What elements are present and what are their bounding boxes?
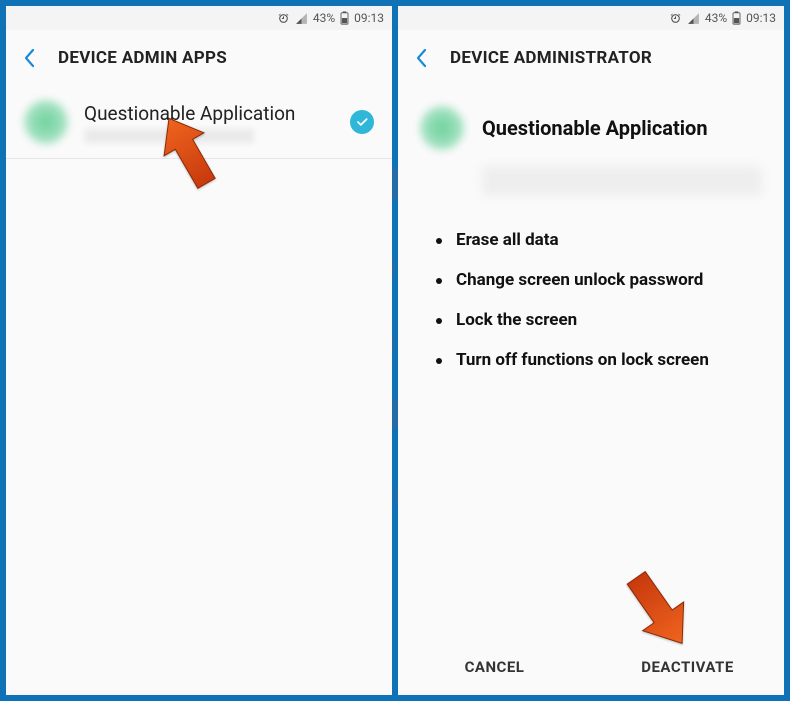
permission-item: Lock the screen xyxy=(436,300,758,340)
permission-text: Change screen unlock password xyxy=(456,270,703,290)
app-name: Questionable Application xyxy=(482,116,708,140)
page-title: DEVICE ADMIN APPS xyxy=(58,48,227,68)
right-screen: 43% 09:13 DEVICE ADMINISTRATOR Questiona… xyxy=(398,6,784,695)
signal-icon xyxy=(687,12,700,25)
battery-percent: 43% xyxy=(313,11,335,25)
deactivate-button[interactable]: DEACTIVATE xyxy=(591,639,784,695)
enabled-check-icon xyxy=(350,110,374,134)
permission-text: Erase all data xyxy=(456,230,559,250)
page-title: DEVICE ADMINISTRATOR xyxy=(450,48,652,68)
app-icon xyxy=(420,106,464,150)
app-icon xyxy=(24,100,68,144)
permission-list: Erase all data Change screen unlock pass… xyxy=(398,214,784,380)
battery-icon xyxy=(340,11,349,25)
clock-time: 09:13 xyxy=(354,11,384,25)
permission-item: Change screen unlock password xyxy=(436,260,758,300)
app-description-blur xyxy=(482,166,762,196)
left-screen: 43% 09:13 DEVICE ADMIN APPS Questionable… xyxy=(6,6,392,695)
clock-time: 09:13 xyxy=(746,11,776,25)
permission-text: Lock the screen xyxy=(456,310,577,330)
detail-header: Questionable Application xyxy=(398,86,784,160)
permission-text: Turn off functions on lock screen xyxy=(456,350,709,370)
status-bar: 43% 09:13 xyxy=(6,6,392,30)
battery-icon xyxy=(732,11,741,25)
alarm-icon xyxy=(669,12,682,25)
signal-icon xyxy=(295,12,308,25)
bullet-icon xyxy=(436,238,442,244)
back-button[interactable] xyxy=(20,48,40,68)
app-text-block: Questionable Application xyxy=(84,102,334,143)
app-name: Questionable Application xyxy=(84,102,334,125)
alarm-icon xyxy=(277,12,290,25)
screens-container: 43% 09:13 DEVICE ADMIN APPS Questionable… xyxy=(0,0,790,701)
bullet-icon xyxy=(436,318,442,324)
permission-item: Turn off functions on lock screen xyxy=(436,340,758,380)
cancel-button[interactable]: CANCEL xyxy=(398,639,591,695)
header: DEVICE ADMIN APPS xyxy=(6,30,392,86)
app-list-item[interactable]: Questionable Application xyxy=(6,86,392,159)
bullet-icon xyxy=(436,358,442,364)
header: DEVICE ADMINISTRATOR xyxy=(398,30,784,86)
app-list: Questionable Application xyxy=(6,86,392,695)
battery-percent: 43% xyxy=(705,11,727,25)
detail-content: Questionable Application Erase all data … xyxy=(398,86,784,639)
permission-item: Erase all data xyxy=(436,220,758,260)
app-subtitle-blur xyxy=(84,129,254,143)
back-button[interactable] xyxy=(412,48,432,68)
bullet-icon xyxy=(436,278,442,284)
bottom-action-bar: CANCEL DEACTIVATE xyxy=(398,639,784,695)
status-bar: 43% 09:13 xyxy=(398,6,784,30)
